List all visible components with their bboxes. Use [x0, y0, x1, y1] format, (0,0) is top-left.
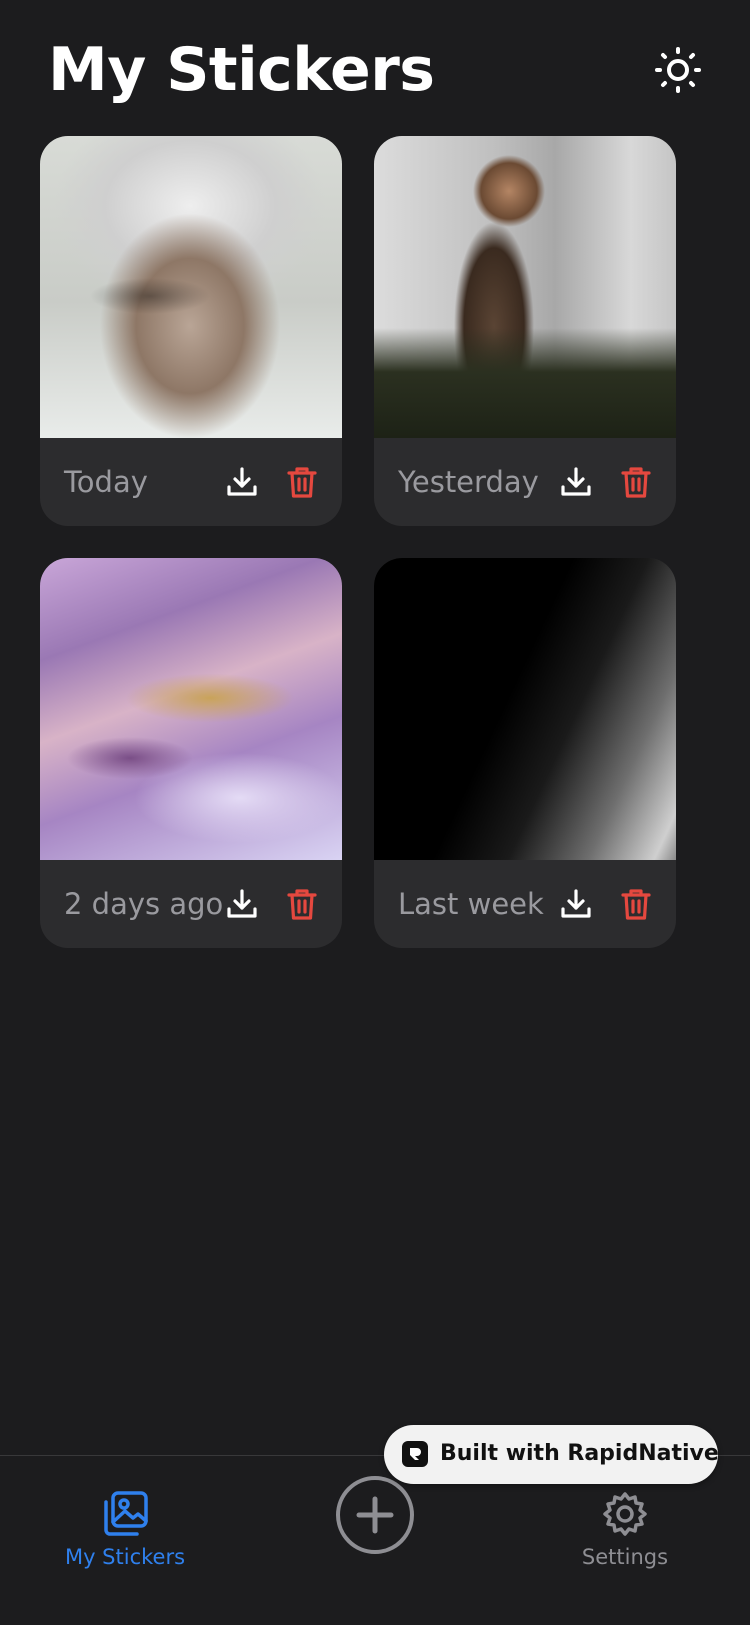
- sticker-card[interactable]: Last week: [374, 558, 676, 948]
- sticker-image[interactable]: [374, 136, 676, 438]
- download-button[interactable]: [554, 882, 598, 926]
- delete-button[interactable]: [614, 460, 658, 504]
- sticker-card-footer: 2 days ago: [40, 860, 342, 948]
- sticker-card[interactable]: Yesterday: [374, 136, 676, 526]
- rapidnative-logo: [402, 1441, 428, 1467]
- plus-circle-icon: [356, 1496, 394, 1534]
- add-sticker-button[interactable]: [336, 1476, 414, 1554]
- download-icon: [561, 889, 591, 918]
- trash-icon: [621, 467, 651, 498]
- images-icon: [104, 1491, 148, 1536]
- gear-icon: [603, 1492, 647, 1536]
- download-button[interactable]: [220, 460, 264, 504]
- download-icon: [227, 889, 257, 918]
- tab-label: Settings: [581, 1545, 669, 1569]
- download-icon: [227, 467, 257, 496]
- theme-toggle-button[interactable]: [652, 44, 704, 96]
- rapidnative-badge[interactable]: Built with RapidNative: [384, 1425, 719, 1484]
- sticker-date-label: Yesterday: [398, 465, 539, 499]
- sticker-image[interactable]: [40, 136, 342, 438]
- download-button[interactable]: [220, 882, 264, 926]
- sticker-card-footer: Today: [40, 438, 342, 526]
- tab-my-stickers[interactable]: My Stickers: [25, 1456, 225, 1576]
- download-button[interactable]: [554, 460, 598, 504]
- delete-button[interactable]: [280, 460, 324, 504]
- sticker-card[interactable]: Today: [40, 136, 342, 526]
- page-title: My Stickers: [48, 35, 435, 105]
- tab-label: My Stickers: [64, 1545, 186, 1569]
- sticker-card-footer: Yesterday: [374, 438, 676, 526]
- sticker-image[interactable]: [40, 558, 342, 860]
- badge-text: Built with RapidNative: [440, 1441, 719, 1466]
- sticker-date-label: 2 days ago: [64, 887, 224, 921]
- sticker-image[interactable]: [374, 558, 676, 860]
- sun-icon: [655, 47, 701, 93]
- sticker-card-footer: Last week: [374, 860, 676, 948]
- trash-icon: [287, 889, 317, 920]
- trash-icon: [287, 467, 317, 498]
- sticker-card[interactable]: 2 days ago: [40, 558, 342, 948]
- delete-button[interactable]: [280, 882, 324, 926]
- sticker-date-label: Last week: [398, 887, 544, 921]
- trash-icon: [621, 889, 651, 920]
- delete-button[interactable]: [614, 882, 658, 926]
- download-icon: [561, 467, 591, 496]
- sticker-date-label: Today: [64, 465, 148, 499]
